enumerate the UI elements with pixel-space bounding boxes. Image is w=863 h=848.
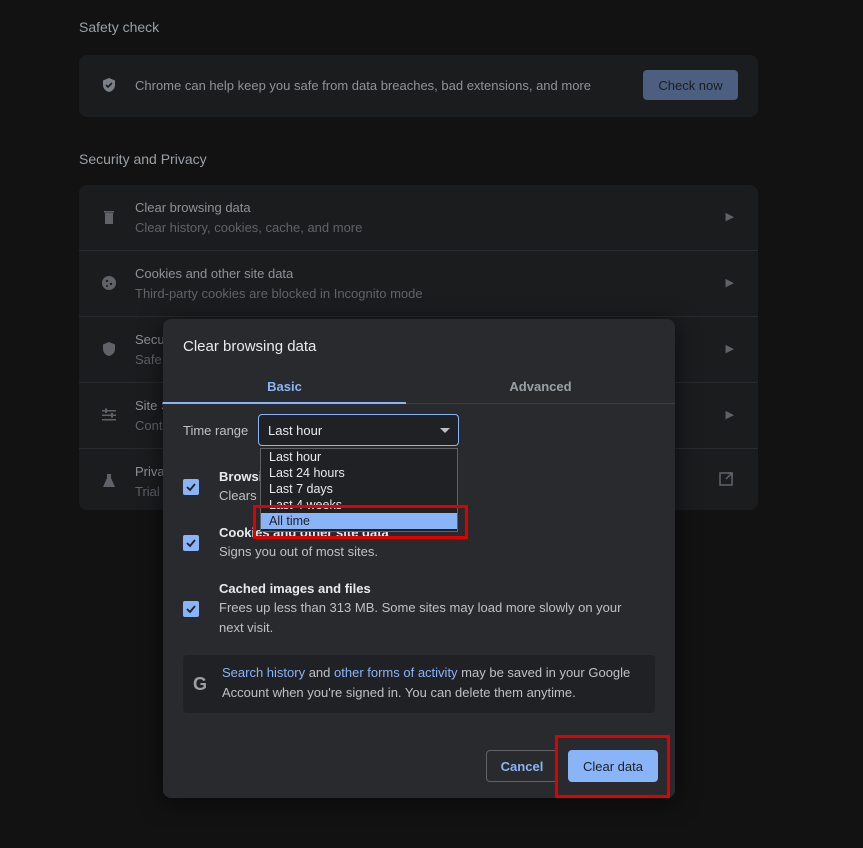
- item-sub-cookies: Signs you out of most sites.: [219, 544, 378, 559]
- dialog-title: Clear browsing data: [183, 338, 317, 355]
- item-title-browsing-history: Browsi: [219, 469, 263, 484]
- row-title: Secu: [135, 332, 165, 347]
- option-last-hour[interactable]: Last hour: [261, 449, 457, 465]
- checkbox-browsing-history[interactable]: [183, 479, 199, 495]
- option-last-7-days[interactable]: Last 7 days: [261, 481, 457, 497]
- checkbox-cookies[interactable]: [183, 535, 199, 551]
- cookie-icon: [101, 275, 117, 291]
- info-text: Search history and other forms of activi…: [222, 663, 642, 703]
- row-subtitle: Third-party cookies are blocked in Incog…: [135, 286, 423, 301]
- tab-basic[interactable]: Basic: [163, 369, 406, 404]
- row-subtitle: Safe: [135, 352, 162, 367]
- chevron-right-icon: ▶: [725, 211, 734, 223]
- row-subtitle: Cont: [135, 418, 163, 433]
- other-activity-link[interactable]: other forms of activity: [334, 665, 458, 680]
- row-subtitle: Trial: [135, 484, 160, 499]
- row-cookies[interactable]: Cookies and other site data Third-party …: [79, 250, 758, 316]
- row-title: Clear browsing data: [135, 200, 251, 215]
- time-range-value: Last hour: [268, 423, 323, 438]
- option-last-4-weeks[interactable]: Last 4 weeks: [261, 497, 457, 513]
- option-last-24-hours[interactable]: Last 24 hours: [261, 465, 457, 481]
- clear-data-button[interactable]: Clear data: [568, 750, 658, 782]
- item-title-cached-images: Cached images and files: [219, 581, 371, 596]
- security-privacy-title: Security and Privacy: [79, 151, 207, 167]
- time-range-label: Time range: [183, 423, 249, 438]
- check-icon: [186, 605, 196, 614]
- safety-check-text: Chrome can help keep you safe from data …: [135, 78, 591, 93]
- chevron-right-icon: ▶: [725, 409, 734, 421]
- google-account-info: G Search history and other forms of acti…: [183, 655, 655, 713]
- google-g-icon: G: [193, 674, 208, 694]
- open-external-icon: [718, 471, 734, 490]
- row-clear-browsing-data[interactable]: Clear browsing data Clear history, cooki…: [79, 185, 758, 250]
- caret-down-icon: [440, 428, 450, 433]
- row-subtitle: Clear history, cookies, cache, and more: [135, 220, 363, 235]
- trash-icon: [101, 209, 117, 225]
- checkbox-cached-images[interactable]: [183, 601, 199, 617]
- sliders-icon: [101, 407, 117, 423]
- tab-advanced[interactable]: Advanced: [419, 369, 662, 403]
- info-text-mid: and: [305, 665, 335, 680]
- search-history-link[interactable]: Search history: [222, 665, 305, 680]
- row-title: Priva: [135, 464, 165, 479]
- check-icon: [186, 539, 196, 548]
- time-range-dropdown: Last hour Last 24 hours Last 7 days Last…: [260, 448, 458, 532]
- chevron-right-icon: ▶: [725, 343, 734, 355]
- check-now-button[interactable]: Check now: [643, 70, 738, 100]
- item-sub-cached-images: Frees up less than 313 MB. Some sites ma…: [219, 600, 622, 635]
- safety-check-card: Chrome can help keep you safe from data …: [79, 55, 758, 117]
- shield-icon: [101, 341, 117, 357]
- row-title: Cookies and other site data: [135, 266, 294, 281]
- shield-check-icon: [101, 77, 117, 93]
- option-all-time[interactable]: All time: [261, 513, 457, 529]
- clear-browsing-data-dialog: Clear browsing data Basic Advanced Time …: [163, 319, 675, 798]
- time-range-select[interactable]: Last hour: [258, 414, 459, 446]
- flask-icon: [101, 473, 117, 489]
- dialog-tabs: Basic Advanced: [163, 369, 675, 404]
- safety-check-title: Safety check: [79, 19, 160, 35]
- chevron-right-icon: ▶: [725, 277, 734, 289]
- check-icon: [186, 483, 196, 492]
- cancel-button[interactable]: Cancel: [486, 750, 558, 782]
